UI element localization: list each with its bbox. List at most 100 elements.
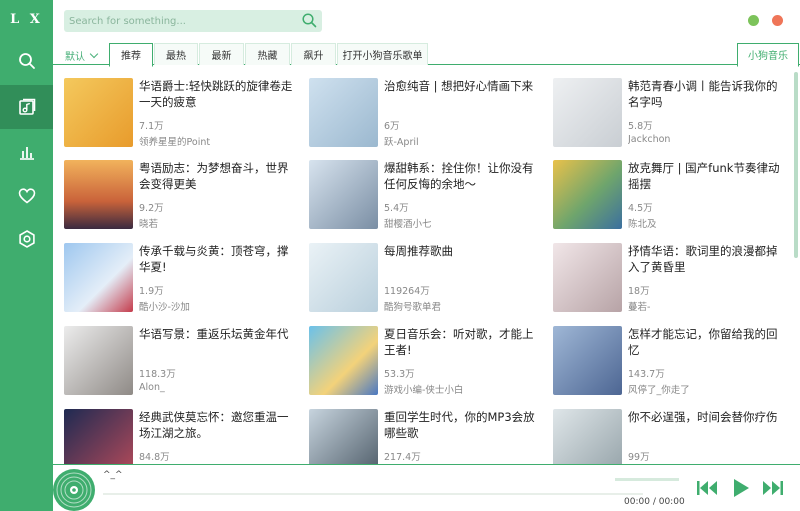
progress-bar[interactable]: [103, 493, 643, 495]
chart-icon: [19, 147, 34, 160]
playlist-title[interactable]: 你不必逞强，时间会替你疗伤: [628, 409, 783, 425]
search-box: [64, 10, 322, 32]
play-count: 18万: [628, 286, 650, 297]
search-input[interactable]: [69, 12, 299, 30]
playlist-card[interactable]: 怎样才能忘记，你留给我的回忆 143.7万风停了_你走了: [553, 326, 783, 398]
sidebar-item-song-list[interactable]: [0, 85, 53, 129]
volume-bar[interactable]: [615, 478, 679, 481]
playlist-title[interactable]: 怎样才能忘记，你留给我的回忆: [628, 326, 783, 358]
playlist-cover[interactable]: [309, 160, 378, 229]
playlist-cover[interactable]: [553, 78, 622, 147]
play-count: 6万: [384, 121, 400, 132]
playlist-author: 陈北及: [628, 219, 657, 230]
play-count: 7.1万: [139, 121, 164, 132]
playlist-cover[interactable]: [309, 326, 378, 395]
minimize-button[interactable]: [748, 15, 759, 26]
sidebar-item-leaderboard[interactable]: [0, 130, 53, 174]
playlist-author: 跃-April: [384, 137, 419, 148]
playlist-card[interactable]: 韩范青春小调丨能告诉我你的名字吗 5.8万 Jackchon: [553, 78, 783, 150]
current-time: 00:00: [624, 497, 650, 507]
playlist-cover[interactable]: [553, 326, 622, 395]
play-count: 118.3万: [139, 369, 176, 380]
sort-dropdown[interactable]: 默认: [65, 48, 99, 63]
album-disc[interactable]: [53, 469, 95, 511]
play-count: 143.7万: [628, 369, 665, 380]
playlist-cover[interactable]: [64, 409, 133, 464]
playlist-cover[interactable]: [64, 78, 133, 147]
tab-bar: 默认 推荐 最热 最新 热藏 飙升 打开小狗音乐歌单 小狗音乐: [53, 43, 800, 67]
playlist-card[interactable]: 重回学生时代，你的MP3会放哪些歌 217.4万: [309, 409, 539, 464]
playlist-card[interactable]: 爆甜韩系：拴住你！让你没有任何反悔的余地～ 5.4万 甜樱酒小七: [309, 160, 539, 232]
playlist-author: 游戏小编-侠士小白: [384, 385, 464, 396]
playlist-author: 风停了_你走了: [628, 385, 690, 396]
playlist-cover[interactable]: [309, 78, 378, 147]
playlist-title[interactable]: 传承千载与炎黄：顶苍穹，撑华夏!: [139, 243, 294, 275]
playlist-card[interactable]: 传承千载与炎黄：顶苍穹，撑华夏! 1.9万 酷小沙-沙加: [64, 243, 294, 315]
play-count: 53.3万: [384, 369, 415, 380]
playlist-cover[interactable]: [309, 243, 378, 312]
close-button[interactable]: [772, 15, 783, 26]
playlist-cover[interactable]: [553, 160, 622, 229]
chevron-down-icon: [89, 49, 99, 59]
playlist-card[interactable]: 抒情华语：歌词里的浪漫都掉入了黄昏里 18万蔓若-: [553, 243, 783, 315]
playlist-title[interactable]: 华语爵士:轻快跳跃的旋律卷走一天的疲意: [139, 78, 294, 110]
tab-hottest[interactable]: 最热: [154, 43, 198, 65]
play-count: 84.8万: [139, 452, 170, 463]
playlist-author: 蔓若-: [628, 302, 651, 313]
sidebar-item-favorites[interactable]: [0, 174, 53, 218]
playlist-title[interactable]: 治愈纯音 | 想把好心情画下来: [384, 78, 539, 94]
playlist-title[interactable]: 华语写景：重返乐坛黄金年代: [139, 326, 294, 342]
prev-icon[interactable]: [696, 480, 718, 496]
sidebar: L X: [0, 0, 53, 511]
playlist-cover[interactable]: [553, 243, 622, 312]
playlist-author: Alon_: [139, 382, 165, 393]
playlist-card[interactable]: 华语写景：重返乐坛黄金年代 118.3万 Alon_: [64, 326, 294, 398]
playlist-card[interactable]: 每周推荐歌曲 119264万 酷狗号歌单君: [309, 243, 539, 315]
tab-newest[interactable]: 最新: [199, 43, 244, 65]
scrollbar[interactable]: [794, 72, 798, 258]
playlist-cover[interactable]: [309, 409, 378, 464]
playlist-cover[interactable]: [64, 243, 133, 312]
playlist-card[interactable]: 粤语励志：为梦想奋斗，世界会变得更美 9.2万 晓若: [64, 160, 294, 232]
playlist-title[interactable]: 夏日音乐会：听对歌，才能上王者!: [384, 326, 539, 358]
playlist-grid: 华语爵士:轻快跳跃的旋律卷走一天的疲意 7.1万 领养星星的Point 治愈纯音 | …: [53, 67, 791, 464]
source-tab[interactable]: 小狗音乐: [737, 43, 799, 67]
playlist-card[interactable]: 经典武侠莫忘怀：邀您重温一场江湖之旅。 84.8万: [64, 409, 294, 464]
playlist-card[interactable]: 你不必逞强，时间会替你疗伤 99万: [553, 409, 783, 464]
next-icon[interactable]: [762, 480, 784, 496]
tab-open-playlist[interactable]: 打开小狗音乐歌单: [337, 43, 428, 65]
playlist-title[interactable]: 粤语励志：为梦想奋斗，世界会变得更美: [139, 160, 294, 192]
play-count: 1.9万: [139, 286, 164, 297]
player-bar: ^_^ 00:00 / 00:00: [53, 464, 800, 511]
sidebar-item-search[interactable]: [0, 39, 53, 83]
playlist-card[interactable]: 治愈纯音 | 想把好心情画下来 6万跃-April: [309, 78, 539, 150]
playlist-cover[interactable]: [553, 409, 622, 464]
play-count: 99万: [628, 452, 650, 463]
playlist-title[interactable]: 经典武侠莫忘怀：邀您重温一场江湖之旅。: [139, 409, 294, 441]
sort-dropdown-label: 默认: [65, 52, 85, 63]
heart-icon: [18, 188, 35, 204]
play-icon[interactable]: [731, 478, 751, 498]
playlist-card[interactable]: 华语爵士:轻快跳跃的旋律卷走一天的疲意 7.1万 领养星星的Point: [64, 78, 294, 150]
playlist-author: 甜樱酒小七: [384, 219, 432, 230]
playlist-card[interactable]: 夏日音乐会：听对歌，才能上王者! 53.3万游戏小编-侠士小白: [309, 326, 539, 398]
music-library-icon: [18, 98, 35, 115]
playlist-card[interactable]: 放克舞厅 | 国产funk节奏律动摇摆 4.5万 陈北及: [553, 160, 783, 232]
tab-rising[interactable]: 飙升: [291, 43, 336, 65]
tab-top-favorites[interactable]: 热藏: [245, 43, 290, 65]
playlist-title[interactable]: 每周推荐歌曲: [384, 243, 539, 259]
tab-recommend[interactable]: 推荐: [109, 43, 153, 67]
sidebar-item-settings[interactable]: [0, 217, 53, 261]
search-icon[interactable]: [301, 12, 318, 29]
playlist-title[interactable]: 重回学生时代，你的MP3会放哪些歌: [384, 409, 539, 441]
playlist-title[interactable]: 韩范青春小调丨能告诉我你的名字吗: [628, 78, 783, 110]
playlist-title[interactable]: 放克舞厅 | 国产funk节奏律动摇摆: [628, 160, 783, 192]
time-display: 00:00 / 00:00: [624, 497, 685, 507]
search-icon: [18, 53, 35, 69]
play-count: 217.4万: [384, 452, 421, 463]
playlist-title[interactable]: 抒情华语：歌词里的浪漫都掉入了黄昏里: [628, 243, 783, 275]
playlist-cover[interactable]: [64, 326, 133, 395]
play-count: 5.8万: [628, 121, 653, 132]
playlist-cover[interactable]: [64, 160, 133, 229]
playlist-title[interactable]: 爆甜韩系：拴住你！让你没有任何反悔的余地～: [384, 160, 539, 192]
